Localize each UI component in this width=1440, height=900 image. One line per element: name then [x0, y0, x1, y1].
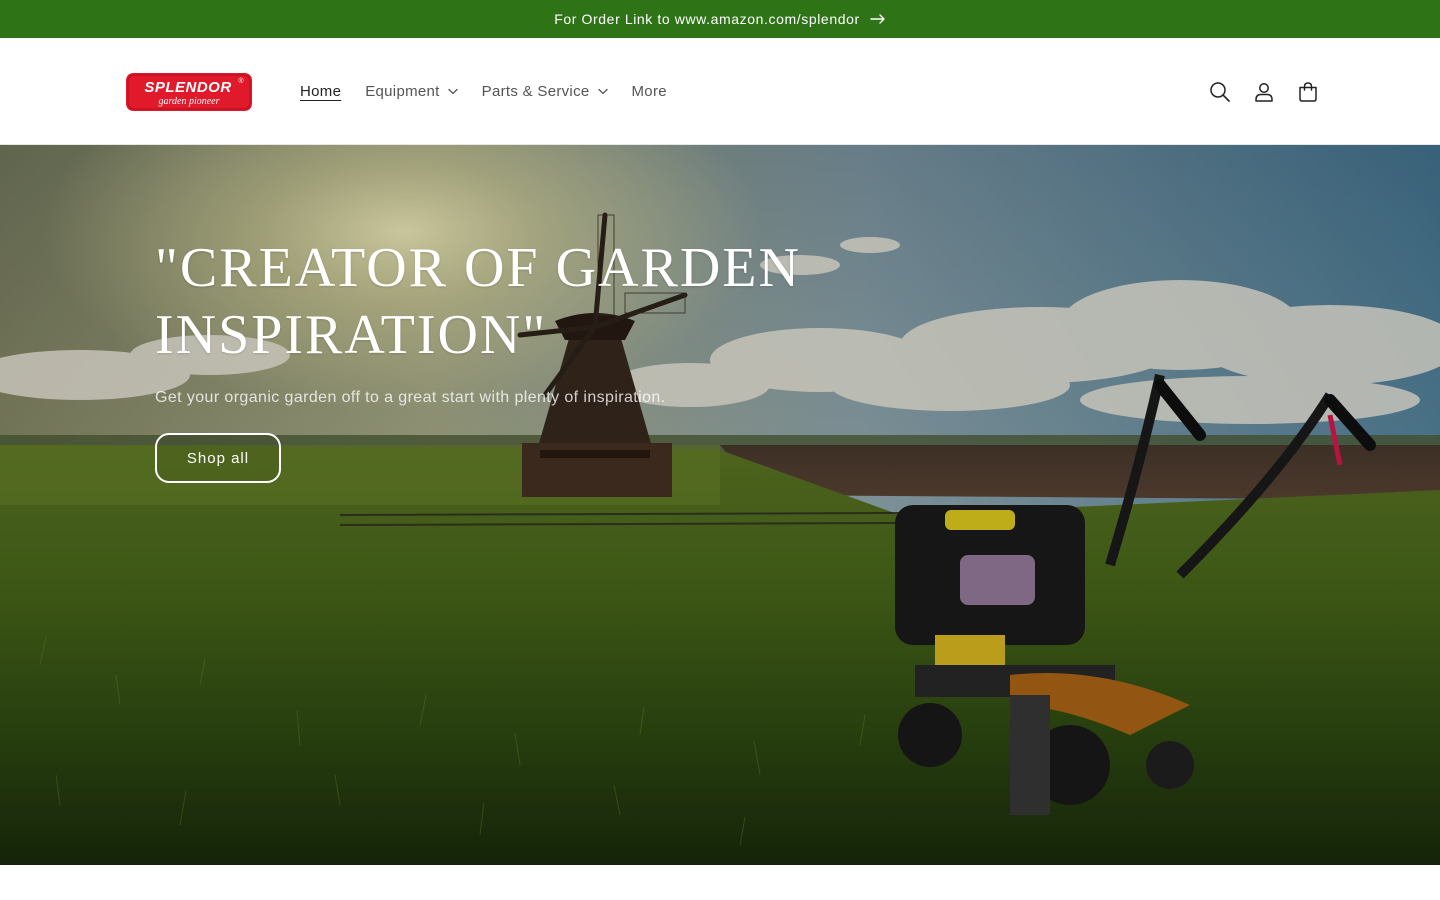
nav-label-equipment: Equipment [365, 83, 440, 100]
logo-tagline-text: garden pioneer [158, 96, 219, 107]
splendor-logo-mark: SPLENDOR garden pioneer ® [126, 73, 252, 111]
hero-banner: "CREATOR OF GARDEN INSPIRATION" Get your… [0, 145, 1440, 865]
nav-item-home[interactable]: Home [288, 83, 353, 100]
announcement-bar: For Order Link to www.amazon.com/splendo… [0, 0, 1440, 38]
cart-button[interactable] [1286, 70, 1330, 114]
chevron-down-icon [597, 88, 608, 95]
search-icon [1210, 81, 1230, 102]
hero-content: "CREATOR OF GARDEN INSPIRATION" Get your… [155, 235, 855, 483]
shop-all-button[interactable]: Shop all [155, 433, 281, 483]
announcement-text: For Order Link to www.amazon.com/splendo… [554, 11, 860, 27]
nav-item-parts-service[interactable]: Parts & Service [470, 83, 620, 100]
nav-label-parts-service: Parts & Service [481, 83, 590, 100]
nav-item-equipment[interactable]: Equipment [353, 83, 469, 100]
nav-item-more[interactable]: More [620, 83, 679, 100]
nav-label-home: Home [300, 83, 342, 100]
announcement-link[interactable]: For Order Link to www.amazon.com/splendo… [554, 11, 886, 27]
main-nav: Home Equipment Parts & Service More [288, 38, 679, 145]
hero-title: "CREATOR OF GARDEN INSPIRATION" [155, 235, 855, 369]
account-icon [1255, 82, 1273, 102]
arrow-right-icon [870, 14, 885, 24]
cart-icon [1299, 81, 1317, 102]
site-header: SPLENDOR garden pioneer ® Home Equipment… [0, 38, 1440, 145]
nav-label-more: More [631, 83, 667, 100]
account-button[interactable] [1242, 70, 1286, 114]
logo-brand-text: SPLENDOR [144, 79, 231, 96]
hero-title-line-2: INSPIRATION" [155, 304, 548, 366]
hero-subtitle: Get your organic garden off to a great s… [155, 389, 666, 406]
hero-title-line-1: "CREATOR OF GARDEN [155, 237, 801, 299]
chevron-down-icon [447, 88, 458, 95]
header-actions [1198, 38, 1330, 145]
logo-registered-mark: ® [238, 77, 244, 85]
brand-logo[interactable]: SPLENDOR garden pioneer ® [126, 73, 252, 111]
search-button[interactable] [1198, 70, 1242, 114]
